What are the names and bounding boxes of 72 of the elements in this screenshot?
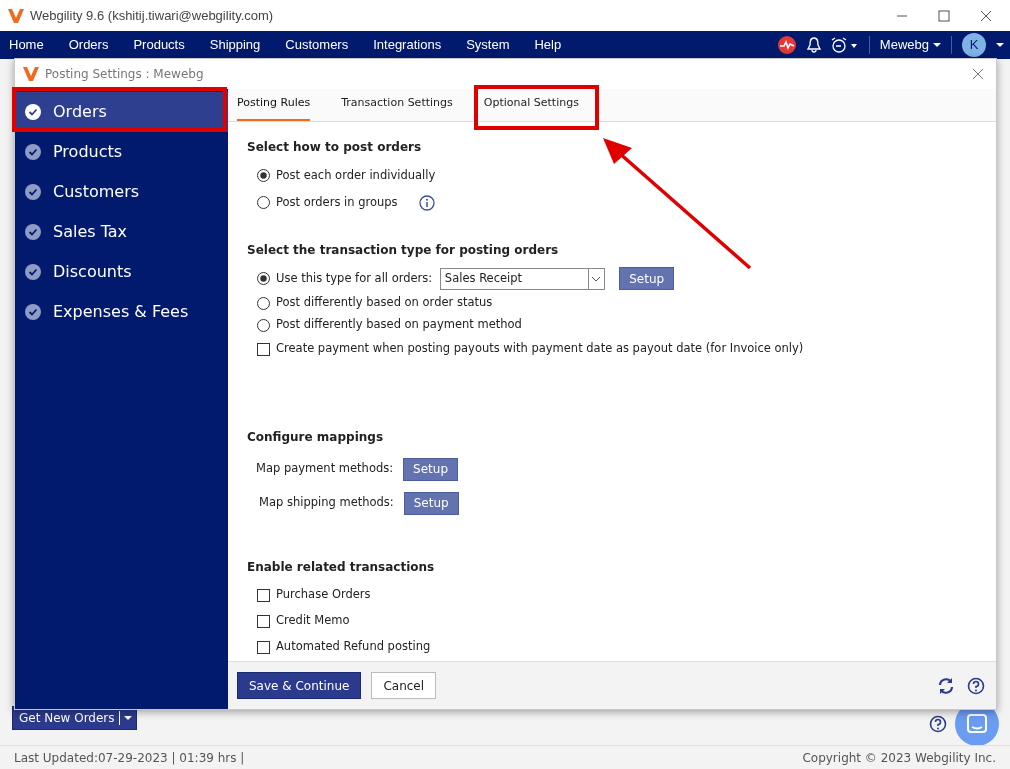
menu-item[interactable]: Help bbox=[534, 35, 562, 55]
sidebar-item[interactable]: Expenses & Fees bbox=[15, 292, 228, 332]
save-continue-button[interactable]: Save & Continue bbox=[237, 672, 362, 699]
section-heading: Select how to post orders bbox=[247, 139, 423, 156]
logo-icon bbox=[8, 8, 24, 23]
menu-item[interactable]: Orders bbox=[68, 35, 109, 55]
checkbox-label[interactable]: Create payment when posting payouts with payment date as payout date (for Invoice only) bbox=[276, 340, 804, 358]
radio-button[interactable] bbox=[257, 196, 270, 209]
section-heading: Configure mappings bbox=[247, 429, 385, 446]
close-icon bbox=[980, 9, 992, 22]
checkbox-label[interactable]: Purchase Orders bbox=[276, 586, 371, 604]
help-icon bbox=[929, 715, 947, 733]
logo-icon bbox=[23, 67, 39, 81]
menu-item[interactable]: System bbox=[466, 35, 510, 55]
caret-icon bbox=[123, 715, 132, 721]
caret-icon bbox=[933, 42, 941, 48]
check-circle-icon bbox=[25, 144, 41, 160]
check-circle-icon bbox=[25, 184, 41, 200]
menu-item[interactable]: Home bbox=[9, 35, 44, 55]
dialog-title: Posting Settings : Mewebg bbox=[45, 66, 204, 83]
check-circle-icon bbox=[25, 264, 41, 280]
check-circle-icon bbox=[25, 304, 41, 320]
checkbox[interactable] bbox=[257, 588, 270, 602]
radio-label[interactable]: Post each order individually bbox=[276, 166, 436, 185]
radio-button[interactable] bbox=[257, 272, 270, 285]
bell-icon bbox=[806, 37, 821, 53]
radio-button[interactable] bbox=[257, 296, 270, 310]
section-heading: Enable related transactions bbox=[247, 559, 436, 576]
sidebar-item[interactable]: Discounts bbox=[15, 252, 228, 292]
menu-item[interactable]: Customers bbox=[285, 35, 349, 55]
tab[interactable]: Optional Settings bbox=[483, 94, 579, 121]
close-icon bbox=[972, 68, 984, 80]
last-updated-text: Last Updated:07-29-2023 | 01:39 hrs | bbox=[14, 749, 245, 767]
section-heading: Select the transaction type for posting orders bbox=[247, 242, 560, 259]
caret-icon bbox=[996, 42, 1004, 48]
refresh-icon bbox=[937, 676, 955, 695]
radio-label[interactable]: Post differently based on order status bbox=[276, 294, 493, 312]
checkbox[interactable] bbox=[257, 640, 270, 654]
transaction-type-dropdown[interactable]: Sales Receipt bbox=[440, 267, 606, 290]
help-icon bbox=[967, 676, 985, 695]
checkbox-label[interactable]: Credit Memo bbox=[276, 612, 350, 630]
radio-button[interactable] bbox=[257, 169, 270, 182]
maximize-icon bbox=[938, 9, 950, 22]
cancel-button[interactable]: Cancel bbox=[371, 672, 437, 699]
window-title: Webgility 9.6 (kshitij.tiwari@webgility.com) bbox=[30, 6, 274, 25]
mapping-label: Map shipping methods: bbox=[259, 494, 394, 512]
checkbox[interactable] bbox=[257, 342, 270, 356]
sidebar-item[interactable]: Products bbox=[15, 132, 228, 172]
check-circle-icon bbox=[25, 224, 41, 240]
setup-button[interactable]: Setup bbox=[403, 457, 459, 481]
menu-item[interactable]: Products bbox=[133, 35, 185, 55]
setup-button[interactable]: Setup bbox=[403, 491, 459, 515]
radio-label[interactable]: Use this type for all orders: bbox=[276, 269, 433, 288]
sidebar-item[interactable]: Customers bbox=[15, 172, 228, 212]
radio-button[interactable] bbox=[257, 318, 270, 332]
tab[interactable]: Posting Rules bbox=[237, 94, 311, 121]
menu-item[interactable]: Integrations bbox=[373, 35, 442, 55]
mapping-label: Map payment methods: bbox=[256, 460, 394, 478]
checkbox-label[interactable]: Automated Refund posting bbox=[276, 638, 431, 656]
check-circle-icon bbox=[25, 104, 41, 120]
setup-button[interactable]: Setup bbox=[619, 267, 675, 290]
checkbox[interactable] bbox=[257, 614, 270, 628]
tab[interactable]: Transaction Settings bbox=[341, 94, 453, 121]
radio-label[interactable]: Post differently based on payment method bbox=[276, 316, 522, 334]
pulse-icon bbox=[776, 35, 797, 55]
avatar[interactable]: K bbox=[962, 33, 986, 57]
radio-label[interactable]: Post orders in groups bbox=[276, 193, 398, 212]
menu-item[interactable]: Shipping bbox=[209, 35, 261, 55]
copyright-text: Copyright © 2023 Webgility Inc. bbox=[802, 749, 996, 767]
user-menu[interactable]: Mewebg bbox=[879, 35, 941, 55]
alarm-clock-icon bbox=[830, 37, 859, 53]
sidebar-item[interactable]: Sales Tax bbox=[15, 212, 228, 252]
